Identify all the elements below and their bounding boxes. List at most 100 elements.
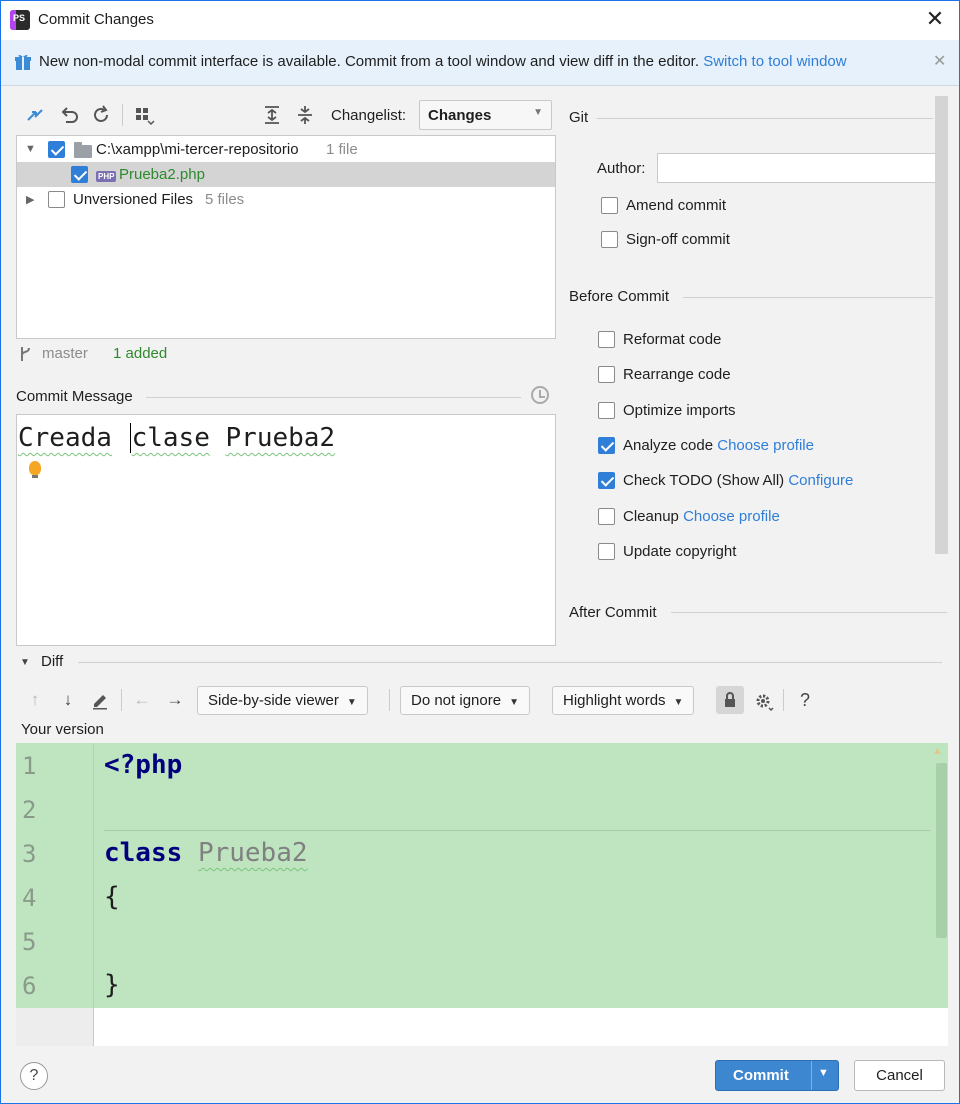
optimize-imports-checkbox[interactable] [598,402,615,419]
cleanup-label[interactable]: Cleanup [623,508,679,525]
check-todo-label[interactable]: Check TODO (Show All) [623,472,784,489]
chevron-down-icon[interactable]: ▼ [25,143,36,155]
ignore-value: Do not ignore [411,692,502,709]
editor-scrollbar[interactable] [936,763,947,938]
toolbar-separator [121,689,122,711]
move-to-changelist-icon[interactable] [24,104,46,126]
author-field[interactable] [657,153,942,183]
banner-close-icon[interactable]: ✕ [933,51,946,71]
branch-icon [21,347,30,361]
gear-icon[interactable] [753,690,775,712]
highlight-dropdown[interactable]: Highlight words ▼ [552,686,695,715]
code-line-4: { [104,882,120,912]
branch-name[interactable]: master [42,345,88,362]
tree-row-unversioned[interactable]: ▶ Unversioned Files 5 files [17,187,555,212]
next-difference-icon[interactable]: ↓ [57,689,79,711]
lock-scrolling-button[interactable] [716,686,744,714]
folder-icon [74,142,92,158]
analyze-code-label[interactable]: Analyze code [623,437,713,454]
divider [78,662,942,663]
expand-all-icon[interactable] [261,104,283,126]
gutter-divider [93,743,94,1008]
commit-message-input[interactable]: Creada clase Prueba2 [16,414,556,646]
optimize-imports-label[interactable]: Optimize imports [623,402,736,419]
amend-commit-label[interactable]: Amend commit [626,197,726,214]
rollback-icon[interactable] [58,104,80,126]
chevron-down-icon[interactable]: ▼ [20,657,30,668]
switch-to-tool-window-link[interactable]: Switch to tool window [703,53,846,70]
changelist-value: Changes [428,107,492,124]
previous-difference-icon[interactable]: ↑ [24,689,46,711]
reformat-code-checkbox[interactable] [598,331,615,348]
line-number: 5 [22,928,37,956]
close-icon[interactable]: ✕ [922,6,948,32]
repo-path: C:\xampp\mi-tercer-repositorio [96,141,299,158]
next-file-icon[interactable]: → [164,689,186,711]
tree-row-repo[interactable]: ▼ C:\xampp\mi-tercer-repositorio 1 file [17,137,555,162]
banner-text: New non-modal commit interface is availa… [39,53,700,70]
analyze-code-option: Analyze code Choose profile [623,437,814,454]
commit-message-text: Creada clase Prueba2 [18,423,335,453]
help-button[interactable]: ? [20,1062,48,1090]
toolbar-separator [122,104,123,126]
phpstorm-app-icon [10,10,30,30]
lightbulb-icon[interactable] [29,461,41,478]
chevron-right-icon[interactable]: ▶ [26,193,34,206]
gift-icon [15,54,31,70]
divider [597,118,933,119]
ignore-whitespace-dropdown[interactable]: Do not ignore ▼ [400,686,530,715]
highlight-value: Highlight words [563,692,666,709]
message-word: clase [129,423,210,453]
changelist-dropdown[interactable]: Changes ▼ [419,100,552,130]
chevron-down-icon[interactable]: ▼ [818,1067,829,1079]
git-section-title: Git [569,109,589,126]
update-copyright-checkbox[interactable] [598,543,615,560]
rearrange-code-checkbox[interactable] [598,366,615,383]
cleanup-checkbox[interactable] [598,508,615,525]
group-by-icon[interactable] [133,104,155,126]
rearrange-code-label[interactable]: Rearrange code [623,366,731,383]
refresh-icon[interactable] [90,104,112,126]
collapse-all-icon[interactable] [294,104,316,126]
code-line-3: class Prueba2 [104,838,308,868]
analyze-code-checkbox[interactable] [598,437,615,454]
php-file-icon: PHP [96,171,117,182]
divider [683,297,933,298]
update-copyright-label[interactable]: Update copyright [623,543,736,560]
code-line-6: } [104,970,120,1000]
viewer-dropdown[interactable]: Side-by-side viewer ▼ [197,686,368,715]
history-clock-icon[interactable] [531,386,549,404]
gutter [16,1008,94,1046]
chevron-down-icon: ▼ [533,107,543,118]
code-line-1: <?php [104,750,183,780]
help-icon[interactable]: ? [794,689,816,711]
todo-configure-link[interactable]: Configure [788,472,853,489]
repo-checkbox[interactable] [48,141,65,158]
message-word: Prueba2 [225,423,336,453]
changes-tree[interactable]: ▼ C:\xampp\mi-tercer-repositorio 1 file … [16,135,556,339]
window-title: Commit Changes [38,11,154,28]
check-todo-checkbox[interactable] [598,472,615,489]
signoff-commit-checkbox[interactable] [601,231,618,248]
cleanup-choose-profile-link[interactable]: Choose profile [683,508,780,525]
reformat-code-label[interactable]: Reformat code [623,331,721,348]
signoff-commit-label[interactable]: Sign-off commit [626,231,730,248]
analyze-choose-profile-link[interactable]: Choose profile [717,437,814,454]
commit-button[interactable]: Commit ▼ [715,1060,839,1091]
file-checkbox[interactable] [71,166,88,183]
unversioned-checkbox[interactable] [48,191,65,208]
diff-section-title[interactable]: Diff [41,653,63,670]
previous-file-icon[interactable]: ← [131,689,153,711]
cleanup-option: Cleanup Choose profile [623,508,780,525]
tree-row-file[interactable]: PHP Prueba2.php [17,162,555,187]
line-number: 3 [22,840,37,868]
divider [146,397,521,398]
banner-message: New non-modal commit interface is availa… [39,53,847,70]
warning-icon: ▲ [932,745,943,757]
cancel-button[interactable]: Cancel [854,1060,945,1091]
commit-message-label: Commit Message [16,388,133,405]
options-scrollbar[interactable] [935,96,948,554]
after-commit-title: After Commit [569,604,657,621]
amend-commit-checkbox[interactable] [601,197,618,214]
edit-source-icon[interactable] [90,690,110,710]
